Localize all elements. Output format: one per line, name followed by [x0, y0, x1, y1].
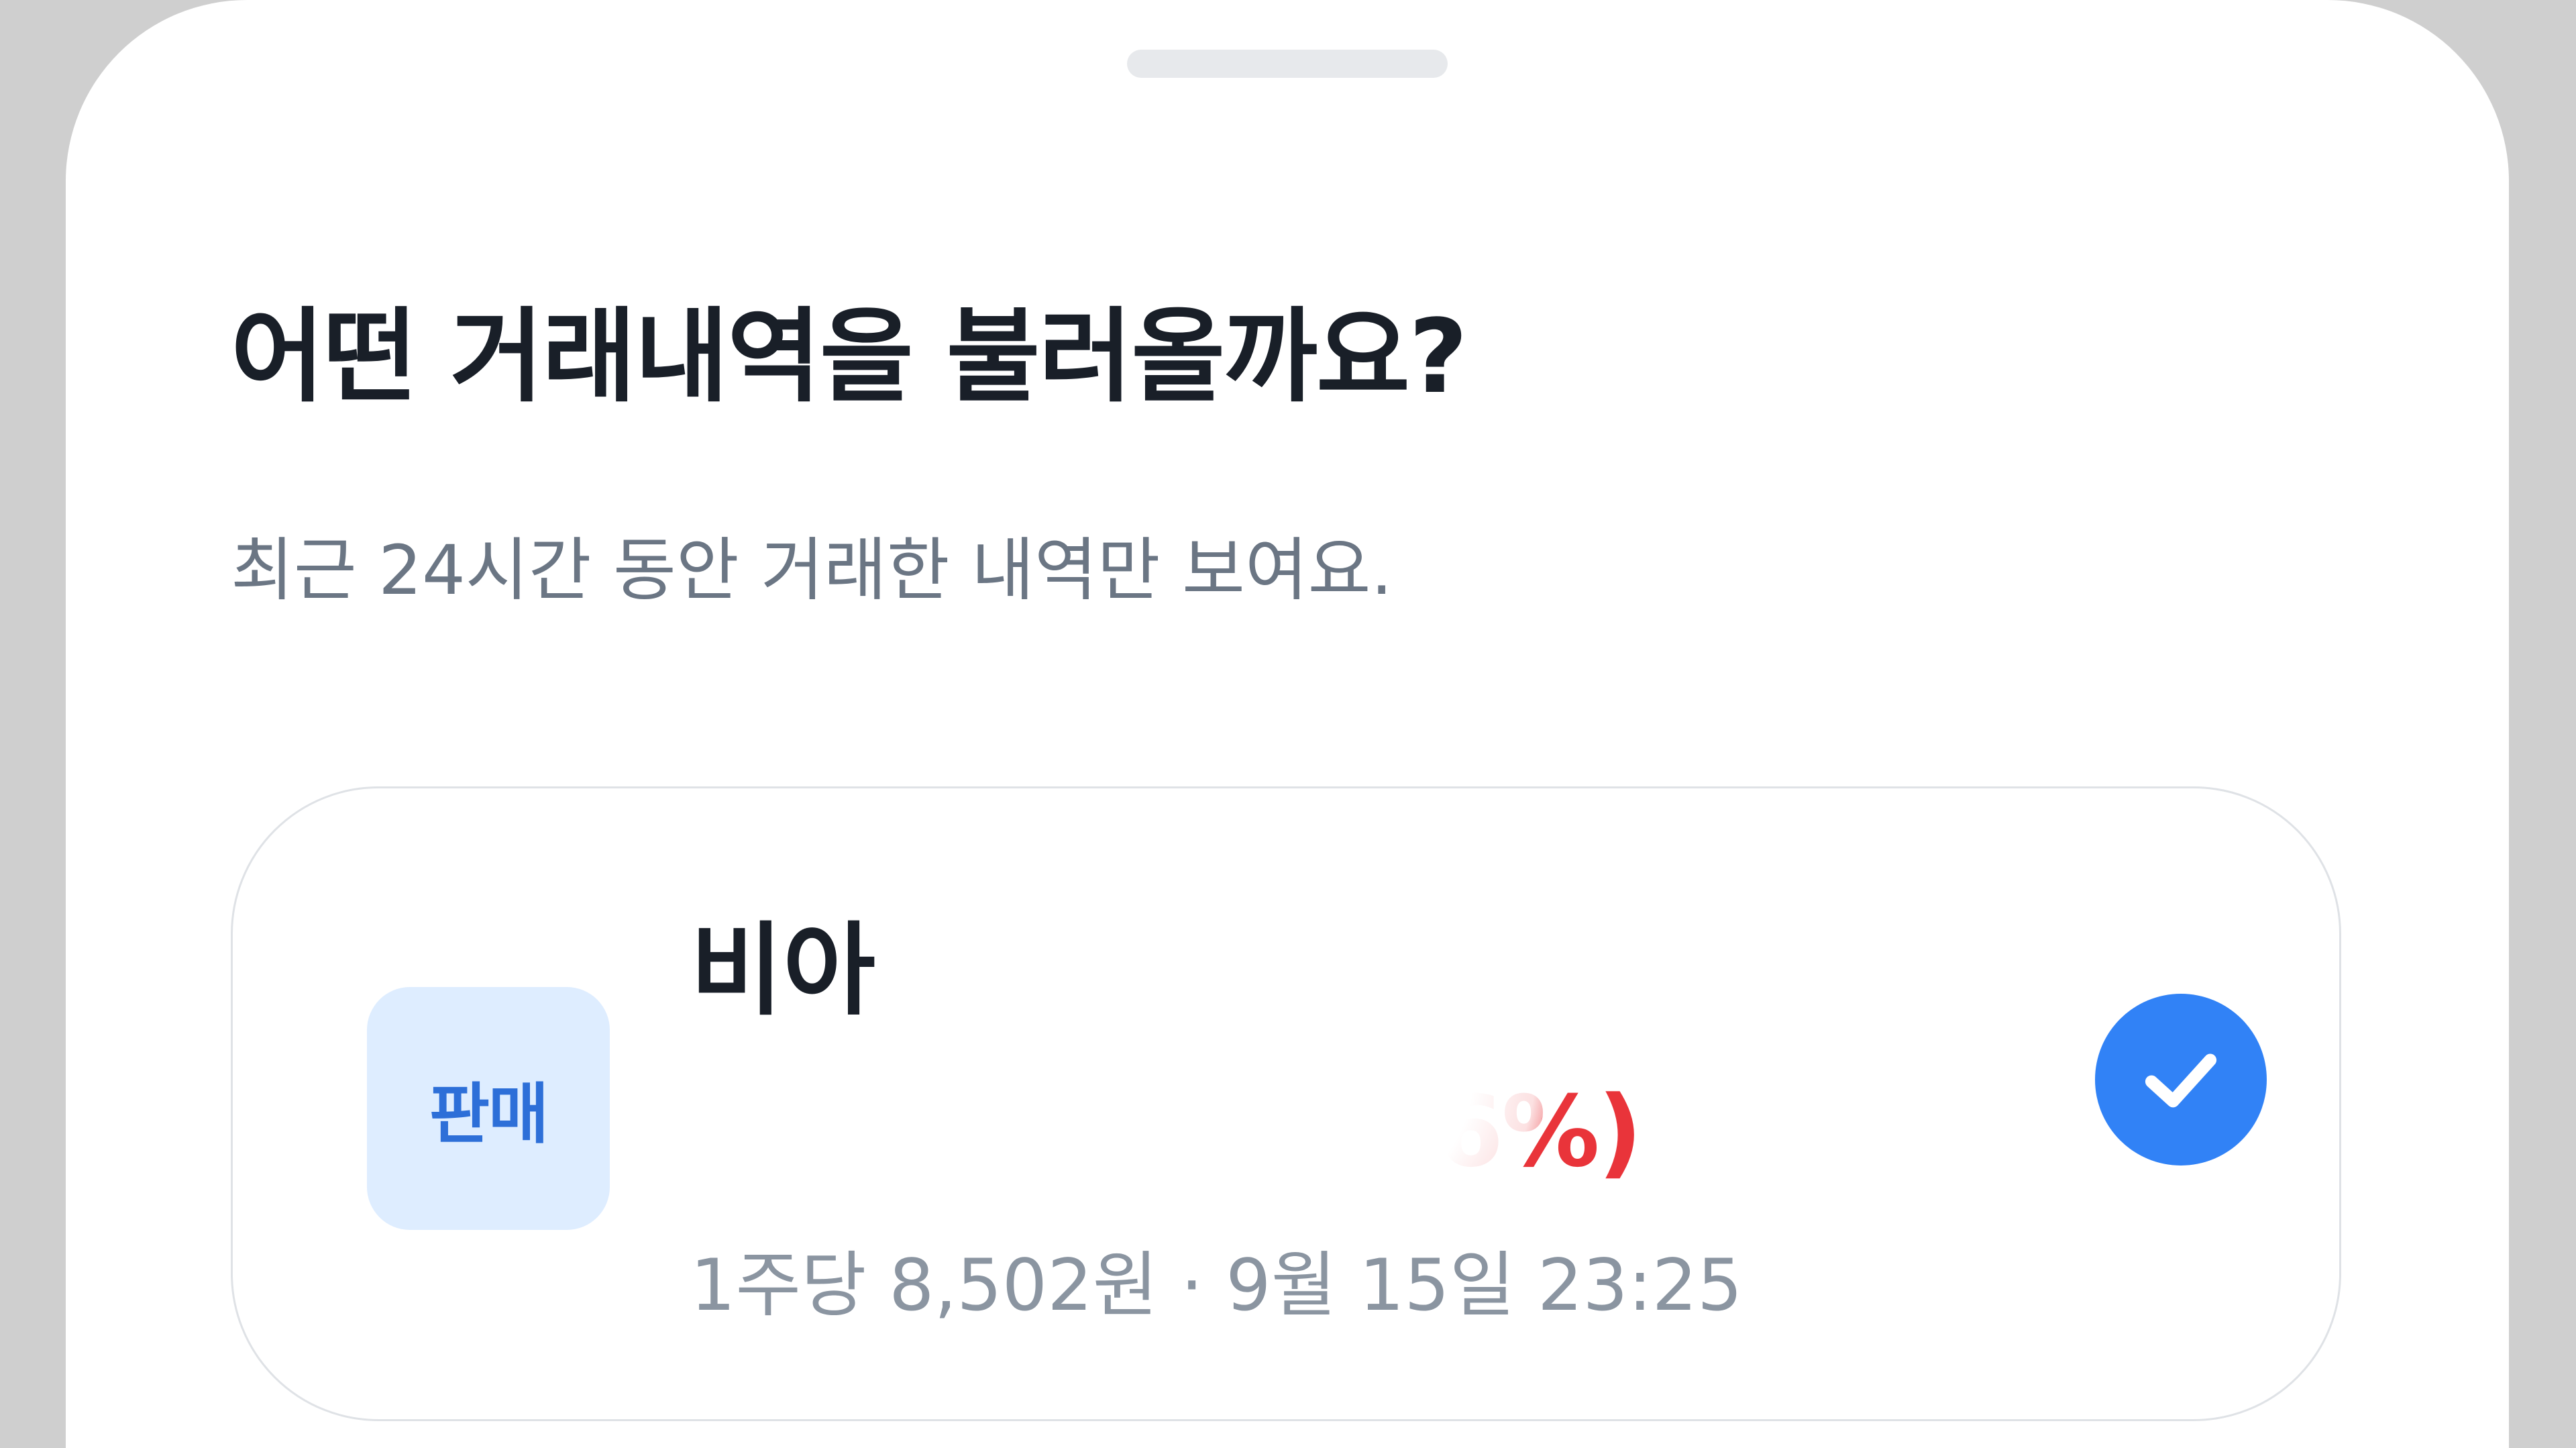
sheet-subtitle: 최근 24시간 동안 거래한 내역만 보여요.	[231, 531, 1393, 611]
trade-type-badge: 판매	[367, 987, 610, 1230]
trade-type-label: 판매	[429, 1076, 549, 1153]
sheet-grab-handle[interactable]	[1127, 50, 1448, 78]
selected-check-button[interactable]	[2095, 994, 2267, 1166]
check-icon	[2145, 1053, 2217, 1108]
trade-detail: 1주당 8,502원 · 9월 15일 23:25	[690, 1244, 1743, 1327]
bottom-sheet: 어떤 거래내역을 불러올까요? 최근 24시간 동안 거래한 내역만 보여요. …	[66, 0, 2509, 1448]
trade-history-item[interactable]: 판매 비아 원(3.6%) 1주당 8,502원 · 9월 15일 23:25	[231, 786, 2341, 1421]
stock-name: 비아	[690, 913, 876, 1029]
sheet-title: 어떤 거래내역을 불러올까요?	[231, 297, 1468, 416]
